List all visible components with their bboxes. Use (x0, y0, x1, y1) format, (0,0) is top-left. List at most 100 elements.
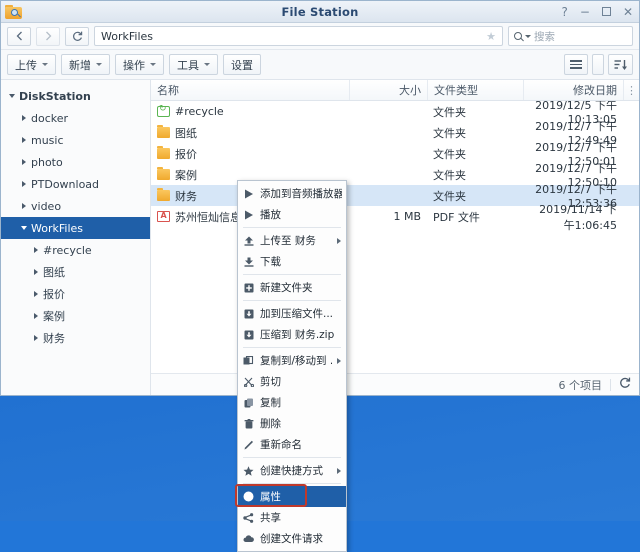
menu-item-3[interactable]: 上传至 财务 (238, 230, 346, 251)
sidebar-item-label: video (31, 200, 61, 213)
menu-item-2[interactable]: 播放 (238, 204, 346, 225)
sidebar-item-label: DiskStation (19, 90, 91, 103)
sidebar-item-diskstation[interactable]: DiskStation (1, 85, 150, 107)
sidebar-item-[interactable]: 财务 (1, 327, 150, 349)
status-bar: 6 个项目 (151, 373, 639, 395)
chevron-down-icon[interactable] (5, 94, 19, 98)
sidebar-item-music[interactable]: music (1, 129, 150, 151)
table-row[interactable]: 苏州恒灿信息技术1 MBPDF 文件2019/11/14 下午1:06:45 (151, 206, 639, 227)
menu-item-1[interactable]: 添加到音频播放器 (238, 183, 346, 204)
file-name-cell: 报价 (151, 146, 349, 162)
file-type-cell: 文件夹 (427, 146, 523, 162)
action-button[interactable]: 操作 (115, 54, 164, 75)
sidebar-item-label: 图纸 (43, 264, 65, 280)
file-rows: #recycle文件夹2019/12/5 下午10:13:05图纸文件夹2019… (151, 101, 639, 373)
chevron-right-icon[interactable] (17, 115, 31, 121)
settings-button[interactable]: 设置 (223, 54, 261, 75)
context-menu[interactable]: 添加到音频播放器播放上传至 财务下载新建文件夹加到压缩文件... 压缩到 财务.z… (237, 180, 347, 552)
column-header-size[interactable]: 大小 (349, 80, 427, 100)
sort-descending-icon[interactable] (608, 54, 633, 75)
sidebar-item-[interactable]: 报价 (1, 283, 150, 305)
tools-button[interactable]: 工具 (169, 54, 218, 75)
sidebar-item-recycle[interactable]: #recycle (1, 239, 150, 261)
folder-icon (157, 190, 170, 201)
maximize-button[interactable] (602, 7, 611, 16)
chevron-right-icon[interactable] (17, 137, 31, 143)
menu-item-10[interactable]: 复制 (238, 392, 346, 413)
back-button[interactable] (7, 27, 31, 46)
search-input[interactable]: 搜索 (508, 26, 633, 46)
menu-item-12[interactable]: 重新命名 (238, 434, 346, 455)
chevron-right-icon[interactable] (17, 181, 31, 187)
sidebar-item-label: 案例 (43, 308, 65, 324)
chevron-right-icon[interactable] (17, 203, 31, 209)
menu-item-6[interactable]: 加到压缩文件... (238, 303, 346, 324)
sidebar-item-ptdownload[interactable]: PTDownload (1, 173, 150, 195)
menu-item-5[interactable]: 新建文件夹 (238, 277, 346, 298)
menu-item-label: 压缩到 财务.zip (260, 327, 342, 342)
column-header-type[interactable]: 文件类型 (427, 80, 523, 100)
chevron-down-icon[interactable] (17, 226, 31, 230)
menu-item-label: 新建文件夹 (260, 280, 342, 295)
copy-icon (242, 398, 255, 408)
menu-item-16[interactable]: 创建文件请求 (238, 528, 346, 549)
menu-item-8[interactable]: 复制到/移动到 ... (238, 350, 346, 371)
menu-item-label: 删除 (260, 416, 342, 431)
menu-item-label: 播放 (260, 207, 342, 222)
archive-icon (242, 309, 255, 319)
column-options-icon[interactable]: ⋮ (623, 80, 639, 100)
list-view-icon[interactable] (564, 54, 588, 75)
window-title: File Station (1, 5, 639, 19)
refresh-button[interactable] (65, 27, 89, 46)
chevron-right-icon[interactable] (29, 269, 43, 275)
new-button[interactable]: 新增 (61, 54, 110, 75)
sidebar-item-label: 报价 (43, 286, 65, 302)
refresh-icon[interactable] (619, 377, 631, 392)
window-controls: ? − ✕ (562, 6, 640, 18)
upload-button[interactable]: 上传 (7, 54, 56, 75)
menu-item-13[interactable]: 创建快捷方式 (238, 460, 346, 481)
menu-item-7[interactable]: 压缩到 财务.zip (238, 324, 346, 345)
minimize-button[interactable]: − (580, 6, 590, 18)
action-button-label: 操作 (123, 57, 145, 73)
forward-button[interactable] (36, 27, 60, 46)
sidebar-item-photo[interactable]: photo (1, 151, 150, 173)
chevron-right-icon[interactable] (29, 291, 43, 297)
trash-icon (242, 419, 255, 429)
menu-item-label: 创建文件请求 (260, 531, 342, 546)
search-icon (514, 32, 522, 40)
folder-icon (157, 169, 170, 180)
file-name-label: 报价 (175, 146, 197, 162)
folder-tree-sidebar[interactable]: DiskStation dockermusicphoto PTDownload vid… (1, 80, 151, 395)
chevron-down-icon (42, 63, 48, 66)
star-icon[interactable]: ★ (486, 30, 496, 43)
sidebar-item-docker[interactable]: docker (1, 107, 150, 129)
menu-item-label: 属性 (260, 489, 342, 504)
sidebar-item-label: WorkFiles (31, 222, 83, 235)
menu-item-14[interactable]: 属性 (238, 486, 346, 507)
chevron-right-icon[interactable] (29, 335, 43, 341)
path-input[interactable]: WorkFiles ★ (94, 26, 503, 46)
chevron-down-icon[interactable] (525, 35, 531, 38)
help-button[interactable]: ? (562, 6, 568, 18)
file-name-label: 财务 (175, 188, 197, 204)
sidebar-item-workfiles[interactable]: WorkFiles (1, 217, 150, 239)
menu-item-4[interactable]: 下载 (238, 251, 346, 272)
menu-item-9[interactable]: 剪切 (238, 371, 346, 392)
close-button[interactable]: ✕ (623, 6, 633, 18)
column-header-name[interactable]: 名称 (151, 80, 349, 100)
view-dropdown-button[interactable] (592, 54, 604, 75)
chevron-right-icon[interactable] (29, 247, 43, 253)
sidebar-item-video[interactable]: video (1, 195, 150, 217)
sidebar-item-label: PTDownload (31, 178, 99, 191)
sidebar-item-[interactable]: 图纸 (1, 261, 150, 283)
file-type-cell: 文件夹 (427, 125, 523, 141)
menu-item-15[interactable]: 共享 (238, 507, 346, 528)
column-header-date[interactable]: 修改日期 (523, 80, 623, 100)
menu-item-11[interactable]: 删除 (238, 413, 346, 434)
chevron-right-icon[interactable] (29, 313, 43, 319)
chevron-right-icon[interactable] (17, 159, 31, 165)
file-name-label: 图纸 (175, 125, 197, 141)
upload-icon (242, 236, 255, 246)
sidebar-item-[interactable]: 案例 (1, 305, 150, 327)
